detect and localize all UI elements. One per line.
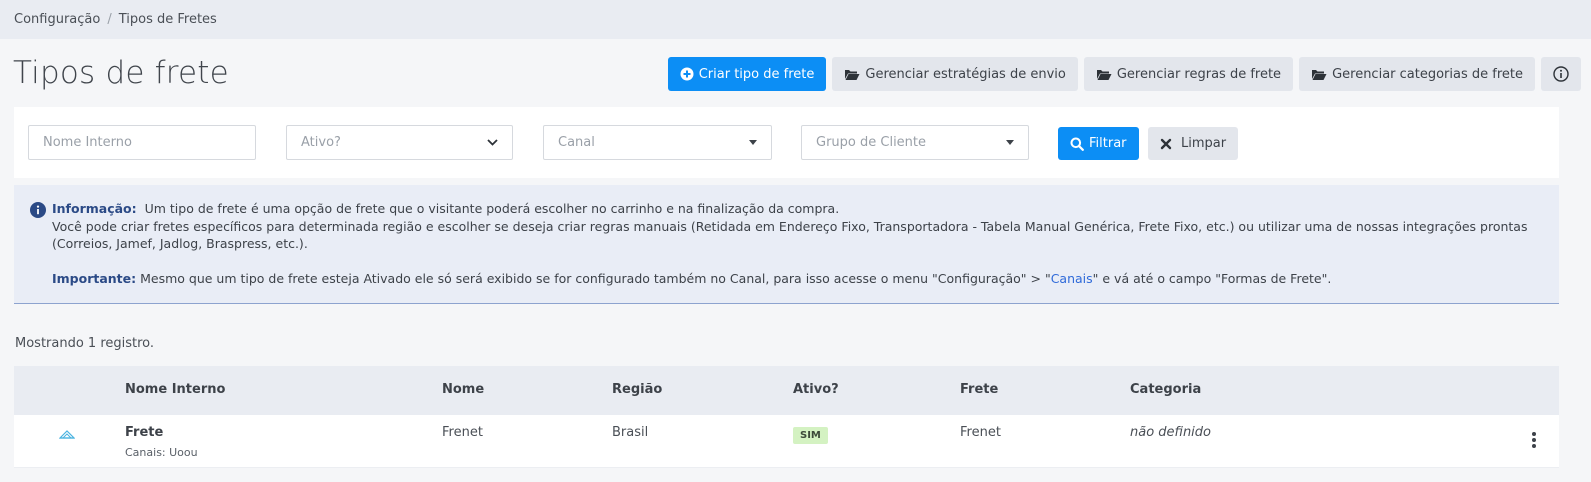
folder-open-icon: [1096, 68, 1112, 81]
grupo-placeholder: Grupo de Cliente: [816, 135, 927, 150]
info-circle-icon: [1553, 66, 1569, 82]
info-circle-icon: [30, 202, 46, 223]
rules-button-label: Gerenciar regras de frete: [1116, 66, 1282, 82]
table-header: Nome Interno Nome Região Ativo? Frete Ca…: [14, 366, 1559, 415]
filter-panel: Nome Interno Ativo? Canal Grupo de Clien…: [14, 107, 1559, 178]
nome-interno-placeholder: Nome Interno: [43, 135, 132, 150]
manage-strategies-button[interactable]: Gerenciar estratégias de envio: [832, 57, 1078, 91]
info-line-1: Informação: Um tipo de frete é uma opção…: [52, 200, 1543, 218]
important-text-post: " e vá até o campo "Formas de Frete".: [1092, 270, 1332, 286]
folder-open-icon: [1311, 68, 1327, 81]
filter-button[interactable]: Filtrar: [1058, 127, 1139, 160]
frenet-logo-icon: [58, 428, 76, 443]
categories-button-label: Gerenciar categorias de frete: [1332, 66, 1523, 82]
row-frete: Frenet: [960, 425, 1001, 440]
header-actions: Criar tipo de frete Gerenciar estratégia…: [667, 57, 1581, 91]
create-shipping-type-button[interactable]: Criar tipo de frete: [667, 57, 827, 91]
close-icon: [1160, 138, 1172, 150]
column-header-nome-interno[interactable]: Nome Interno: [125, 382, 225, 397]
important-line: Importante: Mesmo que um tipo de frete e…: [52, 270, 1543, 288]
manage-rules-button[interactable]: Gerenciar regras de frete: [1083, 57, 1294, 91]
page-title: Tipos de frete: [13, 55, 229, 91]
clear-button[interactable]: Limpar: [1148, 127, 1239, 160]
canal-select[interactable]: Canal: [543, 125, 772, 160]
ativo-select[interactable]: Ativo?: [286, 125, 513, 160]
table-row[interactable]: Frete Canais: Uoou Frenet Brasil SIM Fre…: [14, 415, 1559, 468]
row-nome: Frenet: [442, 425, 483, 440]
filter-button-label: Filtrar: [1089, 136, 1127, 151]
info-text-1: Um tipo de frete é uma opção de frete qu…: [144, 201, 840, 216]
column-header-categoria[interactable]: Categoria: [1130, 382, 1201, 397]
info-text-2: Você pode criar fretes específicos para …: [52, 218, 1528, 252]
column-header-ativo[interactable]: Ativo?: [793, 382, 839, 397]
strategies-button-label: Gerenciar estratégias de envio: [865, 66, 1066, 82]
clear-button-label: Limpar: [1181, 136, 1227, 151]
status-badge: SIM: [793, 427, 828, 444]
create-button-label: Criar tipo de frete: [698, 66, 815, 82]
results-count: Mostrando 1 registro.: [15, 336, 155, 351]
column-header-frete[interactable]: Frete: [960, 382, 998, 397]
breadcrumb-item-current: Tipos de Fretes: [118, 12, 217, 27]
nome-interno-input[interactable]: Nome Interno: [28, 125, 256, 160]
row-nome-interno: Frete: [125, 425, 164, 440]
chevron-down-icon: [487, 139, 498, 146]
manage-categories-button[interactable]: Gerenciar categorias de frete: [1299, 57, 1535, 91]
breadcrumb-item-configuracao[interactable]: Configuração: [14, 12, 100, 27]
canais-link[interactable]: Canais: [1051, 271, 1093, 286]
important-label: Importante:: [52, 270, 137, 286]
grupo-cliente-select[interactable]: Grupo de Cliente: [801, 125, 1029, 160]
ativo-placeholder: Ativo?: [301, 135, 341, 150]
row-canais: Canais: Uoou: [125, 446, 198, 459]
shipping-types-table: Nome Interno Nome Região Ativo? Frete Ca…: [14, 366, 1559, 468]
row-actions-kebab-icon[interactable]: [1532, 432, 1536, 448]
column-header-nome[interactable]: Nome: [442, 382, 484, 397]
plus-circle-icon: [680, 67, 694, 81]
info-alert: Informação: Um tipo de frete é uma opção…: [14, 185, 1559, 304]
breadcrumb-separator: /: [107, 12, 112, 27]
important-text-pre: Mesmo que um tipo de frete esteja Ativad…: [140, 270, 1051, 286]
cell-ativo: SIM: [793, 427, 828, 444]
caret-down-icon: [749, 140, 757, 145]
folder-open-icon: [844, 68, 860, 81]
caret-down-icon: [1006, 140, 1014, 145]
cell-nome-interno: Frete Canais: Uoou: [125, 425, 198, 459]
canal-placeholder: Canal: [558, 135, 595, 150]
column-header-regiao[interactable]: Região: [612, 382, 662, 397]
info-button[interactable]: [1541, 57, 1581, 91]
search-icon: [1070, 137, 1084, 151]
row-categoria: não definido: [1130, 425, 1211, 440]
row-regiao: Brasil: [612, 425, 649, 440]
info-label: Informação:: [52, 201, 137, 216]
breadcrumb: Configuração / Tipos de Fretes: [0, 0, 1591, 39]
